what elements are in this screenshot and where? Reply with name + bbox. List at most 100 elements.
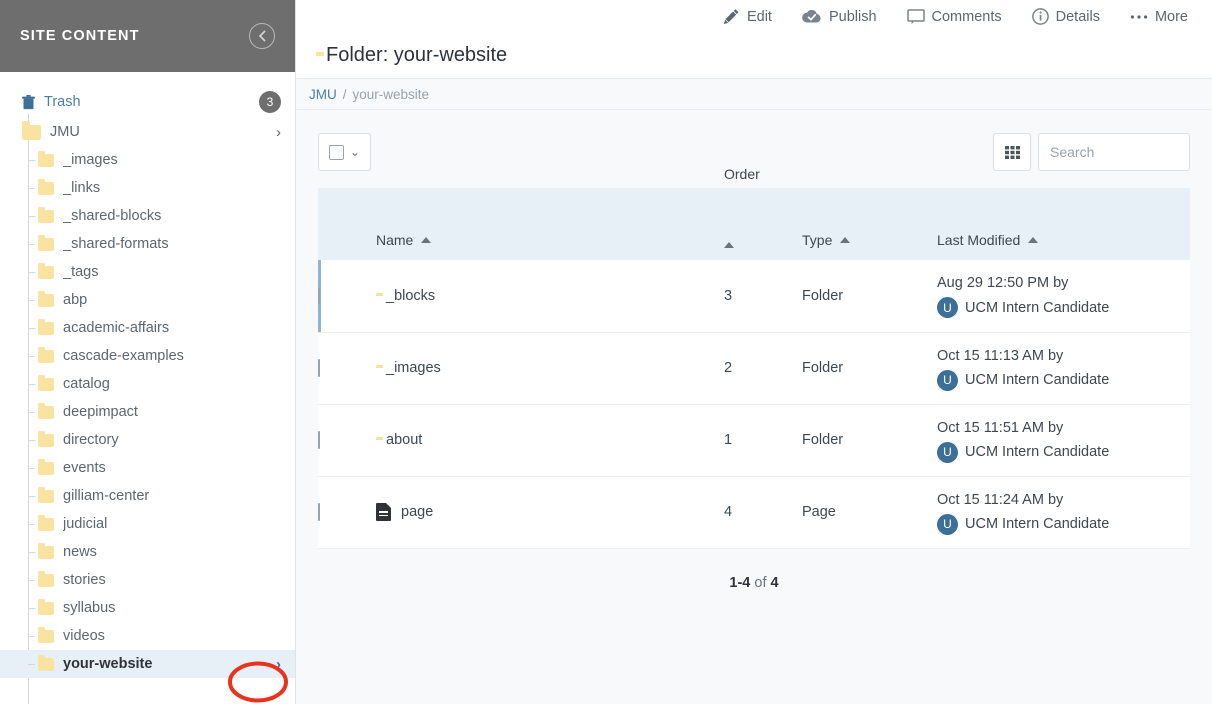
- row-name-link[interactable]: page: [401, 504, 433, 520]
- sort-ascending-icon[interactable]: [724, 242, 734, 248]
- sidebar-item-directory[interactable]: directory: [0, 426, 295, 454]
- sidebar-item-shared-blocks[interactable]: _shared-blocks: [0, 202, 295, 230]
- sidebar-header: SITE CONTENT: [0, 0, 295, 72]
- row-order-cell: 4: [724, 504, 733, 520]
- sidebar-item-news[interactable]: news: [0, 538, 295, 566]
- select-all-dropdown[interactable]: ⌄: [318, 133, 372, 171]
- sort-ascending-icon[interactable]: [1028, 237, 1039, 243]
- folder-icon: [38, 262, 54, 279]
- avatar: U: [937, 441, 958, 463]
- row-name-cell: _blocks: [376, 260, 724, 332]
- table-row[interactable]: _blocks 3 Folder Aug 29 12:50 PM by U UCM Int…: [318, 260, 1190, 332]
- sidebar-item-images[interactable]: _images: [0, 146, 295, 174]
- row-checkbox[interactable]: [318, 286, 320, 305]
- sidebar-item-label: events: [63, 460, 106, 476]
- sidebar-item-your-website[interactable]: your-website ›: [0, 650, 295, 678]
- breadcrumb-link-jmu[interactable]: JMU: [309, 87, 337, 102]
- row-last-modified-cell: Aug 29 12:50 PM by U UCM Intern Candidate: [937, 260, 1190, 332]
- sidebar-item-label: _tags: [63, 264, 99, 280]
- sidebar-item-label: JMU: [50, 124, 80, 140]
- folder-icon: [38, 150, 54, 167]
- chevron-left-circle-icon[interactable]: [249, 23, 275, 49]
- row-name-link[interactable]: about: [386, 432, 422, 448]
- row-name-cell: _images: [376, 332, 724, 404]
- row-last-modified-cell: Oct 15 11:24 AM by U UCM Intern Candidate: [937, 476, 1190, 548]
- sidebar-item-tags[interactable]: _tags: [0, 258, 295, 286]
- sidebar-item-abp[interactable]: abp: [0, 286, 295, 314]
- sidebar: SITE CONTENT Trash 3 JMU › _images _link…: [0, 0, 296, 704]
- row-name-cell: page: [376, 476, 724, 548]
- sidebar-item-label: directory: [63, 432, 119, 448]
- sidebar-item-academic-affairs[interactable]: academic-affairs: [0, 314, 295, 342]
- table-row[interactable]: _images 2 Folder Oct 15 11:13 AM by U UCM Int…: [318, 332, 1190, 404]
- sidebar-item-events[interactable]: events: [0, 454, 295, 482]
- table-header-type[interactable]: Type: [802, 188, 937, 260]
- table-row[interactable]: page 4 Page Oct 15 11:24 AM by U UCM Intern C…: [318, 476, 1190, 548]
- sidebar-item-judicial[interactable]: judicial: [0, 510, 295, 538]
- content-table: Name Order Type Last Modified _blocks 3 …: [318, 166, 1190, 549]
- sidebar-item-jmu[interactable]: JMU ›: [0, 118, 295, 146]
- sidebar-item-deepimpact[interactable]: deepimpact: [0, 398, 295, 426]
- sidebar-item-label: judicial: [63, 516, 108, 532]
- row-checkbox[interactable]: [318, 503, 320, 521]
- folder-icon: [38, 206, 54, 223]
- avatar: U: [937, 513, 958, 535]
- folder-icon: [38, 402, 54, 419]
- toolbar-comments-button[interactable]: Comments: [906, 9, 1002, 25]
- toolbar-edit-button[interactable]: Edit: [723, 8, 772, 25]
- sidebar-item-catalog[interactable]: catalog: [0, 370, 295, 398]
- info-circle-icon: [1031, 8, 1049, 25]
- table-header-checkbox: [318, 188, 376, 260]
- toolbar-publish-button[interactable]: Publish: [802, 9, 877, 25]
- row-modified-date: Oct 15 11:24 AM by: [937, 491, 1064, 508]
- table-row[interactable]: about 1 Folder Oct 15 11:51 AM by U UCM Inter…: [318, 404, 1190, 476]
- toolbar-label: More: [1154, 8, 1188, 25]
- row-name-link[interactable]: _blocks: [386, 288, 435, 304]
- chevron-down-icon[interactable]: ⌄: [350, 146, 360, 158]
- sidebar-item-label: videos: [63, 628, 105, 644]
- sidebar-item-label: cascade-examples: [63, 348, 184, 364]
- table-body: _blocks 3 Folder Aug 29 12:50 PM by U UCM Int…: [318, 260, 1190, 548]
- sidebar-item-trash[interactable]: Trash 3: [0, 86, 295, 118]
- toolbar-more-button[interactable]: More: [1130, 9, 1188, 25]
- grid-view-icon[interactable]: [993, 133, 1031, 171]
- toolbar-details-button[interactable]: Details: [1031, 8, 1100, 25]
- sidebar-item-syllabus[interactable]: syllabus: [0, 594, 295, 622]
- folder-icon: [38, 178, 54, 195]
- row-order-cell: 2: [724, 360, 733, 376]
- row-modified-user: UCM Intern Candidate: [965, 299, 1110, 316]
- toolbar-label: Details: [1055, 8, 1100, 25]
- row-modified-user: UCM Intern Candidate: [965, 516, 1110, 532]
- table-header-order[interactable]: Order: [724, 166, 802, 260]
- sidebar-item-label: academic-affairs: [63, 320, 170, 336]
- row-type-cell: Folder: [802, 360, 844, 376]
- folder-icon: [38, 654, 54, 671]
- sidebar-item-videos[interactable]: videos: [0, 622, 295, 650]
- sort-ascending-icon[interactable]: [840, 237, 851, 243]
- folder-icon: [38, 318, 54, 335]
- sidebar-item-shared-formats[interactable]: _shared-formats: [0, 230, 295, 258]
- table-header-name[interactable]: Name: [376, 188, 724, 260]
- sidebar-item-label: abp: [63, 292, 88, 308]
- column-label: Type: [802, 232, 833, 248]
- table-header-last-modified[interactable]: Last Modified: [937, 188, 1190, 260]
- chevron-right-icon[interactable]: ›: [276, 125, 281, 140]
- folder-icon: [38, 598, 54, 615]
- sort-ascending-icon[interactable]: [421, 237, 432, 243]
- row-name-link[interactable]: _images: [386, 360, 441, 376]
- chevron-right-icon[interactable]: ›: [276, 657, 281, 672]
- sidebar-item-gilliam-center[interactable]: gilliam-center: [0, 482, 295, 510]
- row-modified-date: Aug 29 12:50 PM by: [937, 275, 1069, 292]
- sidebar-item-links[interactable]: _links: [0, 174, 295, 202]
- row-order-cell: 1: [724, 432, 733, 448]
- sidebar-item-stories[interactable]: stories: [0, 566, 295, 594]
- sidebar-item-cascade-examples[interactable]: cascade-examples: [0, 342, 295, 370]
- row-modified-date: Oct 15 11:51 AM by: [937, 419, 1064, 436]
- row-checkbox[interactable]: [318, 431, 320, 449]
- row-checkbox[interactable]: [318, 359, 320, 377]
- sidebar-item-label: stories: [63, 572, 106, 588]
- trash-icon: [22, 94, 35, 110]
- search-input[interactable]: [1038, 133, 1190, 171]
- checkbox-icon[interactable]: [329, 144, 344, 160]
- sidebar-item-label: Trash: [44, 94, 81, 110]
